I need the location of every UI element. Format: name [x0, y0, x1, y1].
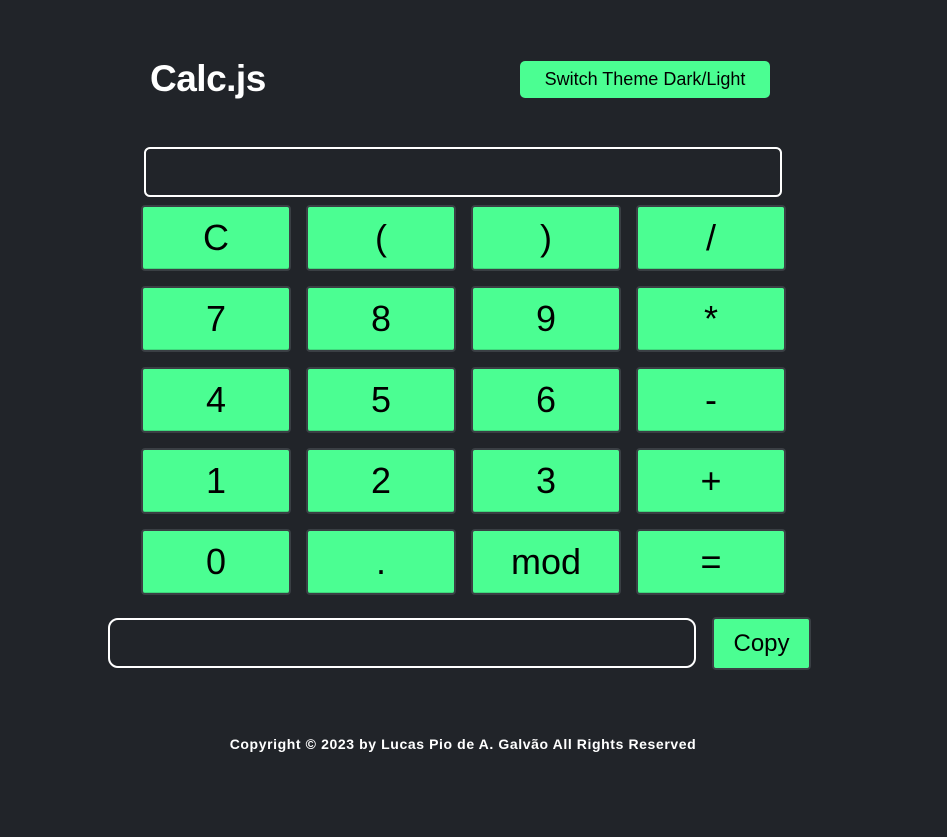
key-5-button[interactable]: 5: [306, 367, 456, 433]
result-field[interactable]: [108, 618, 696, 668]
key-7-button[interactable]: 7: [141, 286, 291, 352]
key-1-button[interactable]: 1: [141, 448, 291, 514]
key-8-button[interactable]: 8: [306, 286, 456, 352]
key-add-button[interactable]: +: [636, 448, 786, 514]
key-clear-button[interactable]: C: [141, 205, 291, 271]
key-decimal-button[interactable]: .: [306, 529, 456, 595]
key-divide-button[interactable]: /: [636, 205, 786, 271]
copy-button[interactable]: Copy: [712, 617, 811, 670]
key-multiply-button[interactable]: *: [636, 286, 786, 352]
key-3-button[interactable]: 3: [471, 448, 621, 514]
switch-theme-button[interactable]: Switch Theme Dark/Light: [520, 61, 770, 98]
key-0-button[interactable]: 0: [141, 529, 291, 595]
key-2-button[interactable]: 2: [306, 448, 456, 514]
key-mod-button[interactable]: mod: [471, 529, 621, 595]
key-6-button[interactable]: 6: [471, 367, 621, 433]
keypad: C ( ) / 7 8 9 * 4 5 6 - 1 2 3 + 0 . mod …: [141, 205, 786, 595]
key-open-paren-button[interactable]: (: [306, 205, 456, 271]
key-equals-button[interactable]: =: [636, 529, 786, 595]
key-9-button[interactable]: 9: [471, 286, 621, 352]
key-4-button[interactable]: 4: [141, 367, 291, 433]
app-title: Calc.js: [150, 58, 266, 99]
key-subtract-button[interactable]: -: [636, 367, 786, 433]
footer-copyright: Copyright © 2023 by Lucas Pio de A. Galv…: [229, 736, 697, 752]
expression-input[interactable]: [144, 147, 782, 197]
key-close-paren-button[interactable]: ): [471, 205, 621, 271]
